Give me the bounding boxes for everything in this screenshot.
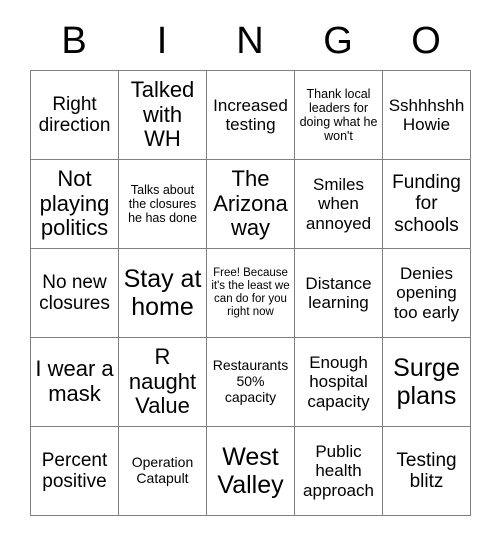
- bingo-cell-label: Not playing politics: [39, 166, 110, 241]
- bingo-cell-r5c1[interactable]: Percent positive: [31, 427, 119, 516]
- bingo-cell-r4c5[interactable]: Surge plans: [383, 338, 471, 427]
- bingo-cell-r1c1[interactable]: Right direction: [31, 71, 119, 160]
- bingo-cell-r4c2[interactable]: R naught Value: [119, 338, 207, 427]
- bingo-cell-label: Talks about the closures he has done: [128, 183, 197, 225]
- bingo-cell-label: Restaurants 50% capacity: [212, 357, 289, 405]
- bingo-cell-r3c3[interactable]: Free! Because it's the least we can do f…: [207, 249, 295, 338]
- bingo-cell-r5c2[interactable]: Operation Catapult: [119, 427, 207, 516]
- bingo-cell-r2c4[interactable]: Smiles when annoyed: [295, 160, 383, 249]
- bingo-cell-r1c3[interactable]: Increased testing: [207, 71, 295, 160]
- bingo-cell-label: Right direction: [38, 93, 111, 136]
- bingo-cell-r3c5[interactable]: Denies opening too early: [383, 249, 471, 338]
- bingo-cell-r3c2[interactable]: Stay at home: [119, 249, 207, 338]
- bingo-header-letter-b: B: [61, 20, 87, 62]
- bingo-cell-label: Increased testing: [213, 95, 288, 134]
- bingo-cell-label: Talked with WH: [130, 77, 195, 152]
- bingo-cell-r2c5[interactable]: Funding for schools: [383, 160, 471, 249]
- bingo-header-letter-g: G: [323, 20, 353, 62]
- bingo-cell-label: The Arizona way: [213, 166, 288, 241]
- bingo-cell-r5c5[interactable]: Testing blitz: [383, 427, 471, 516]
- bingo-card: B I N G O Right direction Talked with WH I…: [0, 0, 500, 544]
- bingo-cell-label: Surge plans: [393, 354, 460, 410]
- bingo-cell-r4c4[interactable]: Enough hospital capacity: [295, 338, 383, 427]
- bingo-cell-label: Free! Because it's the least we can do f…: [211, 267, 290, 318]
- bingo-cell-label: I wear a mask: [35, 356, 114, 406]
- bingo-cell-r2c2[interactable]: Talks about the closures he has done: [119, 160, 207, 249]
- bingo-cell-r2c3[interactable]: The Arizona way: [207, 160, 295, 249]
- bingo-cell-r2c1[interactable]: Not playing politics: [31, 160, 119, 249]
- bingo-header-letter-o: O: [411, 20, 441, 62]
- bingo-header: B I N G O: [30, 0, 470, 70]
- bingo-cell-label: Percent positive: [41, 449, 108, 492]
- bingo-cell-label: West Valley: [217, 443, 284, 499]
- bingo-cell-label: Funding for schools: [392, 172, 461, 236]
- bingo-cell-label: Operation Catapult: [131, 454, 194, 486]
- bingo-grid: Right direction Talked with WH Increased t…: [30, 70, 471, 516]
- bingo-cell-label: Public health approach: [303, 442, 374, 500]
- bingo-cell-label: Denies opening too early: [393, 264, 460, 322]
- bingo-cell-r3c4[interactable]: Distance learning: [295, 249, 383, 338]
- bingo-cell-r4c1[interactable]: I wear a mask: [31, 338, 119, 427]
- bingo-cell-label: R naught Value: [128, 344, 197, 419]
- bingo-cell-label: Sshhhshh Howie: [388, 95, 465, 134]
- bingo-cell-r4c3[interactable]: Restaurants 50% capacity: [207, 338, 295, 427]
- bingo-cell-r3c1[interactable]: No new closures: [31, 249, 119, 338]
- bingo-cell-r1c5[interactable]: Sshhhshh Howie: [383, 71, 471, 160]
- bingo-cell-r5c4[interactable]: Public health approach: [295, 427, 383, 516]
- bingo-cell-label: Thank local leaders for doing what he wo…: [299, 87, 378, 143]
- bingo-header-letter-n: N: [236, 20, 264, 62]
- bingo-cell-label: Enough hospital capacity: [307, 353, 370, 411]
- bingo-cell-r1c2[interactable]: Talked with WH: [119, 71, 207, 160]
- bingo-cell-label: Distance learning: [305, 273, 372, 312]
- bingo-cell-label: Stay at home: [123, 265, 202, 321]
- bingo-cell-label: Testing blitz: [396, 449, 457, 492]
- bingo-cell-r1c4[interactable]: Thank local leaders for doing what he wo…: [295, 71, 383, 160]
- bingo-cell-r5c3[interactable]: West Valley: [207, 427, 295, 516]
- bingo-cell-label: Smiles when annoyed: [305, 175, 372, 233]
- bingo-header-letter-i: I: [156, 20, 168, 62]
- bingo-cell-label: No new closures: [39, 271, 110, 314]
